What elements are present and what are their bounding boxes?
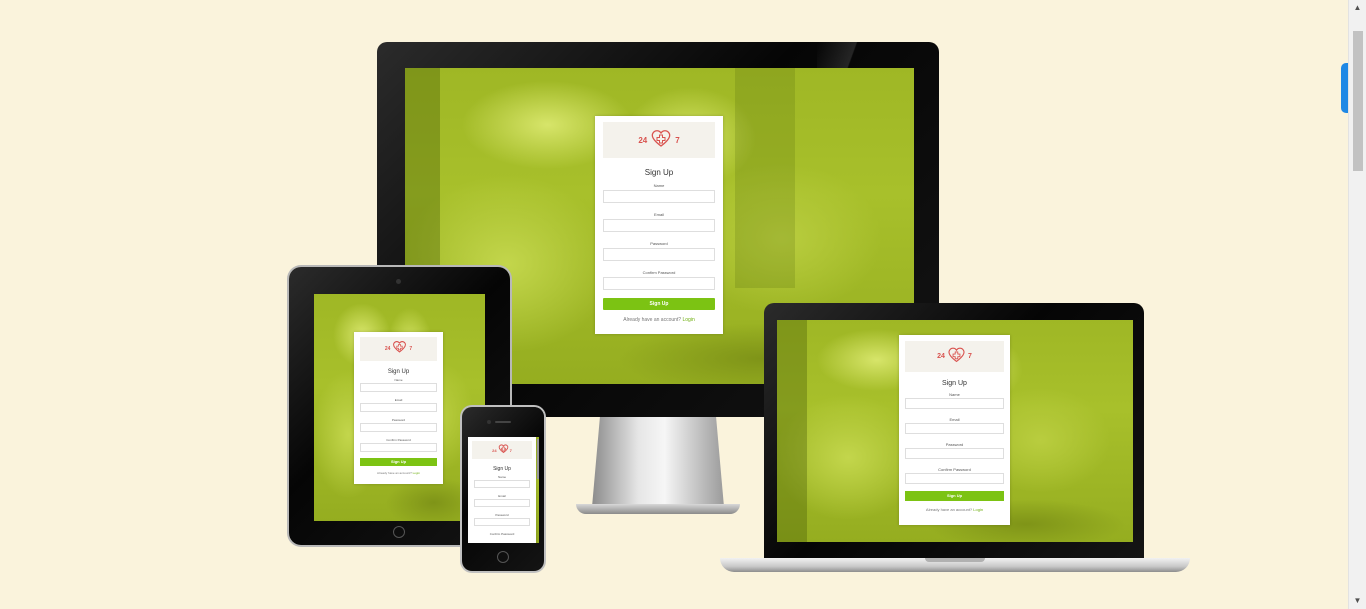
laptop-screen: 24 7 Sign Up Name Email Password Confirm… (777, 320, 1133, 542)
signup-button[interactable]: Sign Up (360, 458, 437, 466)
logo: 24 7 (472, 441, 532, 459)
email-input[interactable] (603, 219, 715, 232)
email-input[interactable] (905, 423, 1004, 434)
phone-screen: 24 7 Sign Up Name Email Password Confirm… (468, 437, 539, 543)
login-prompt: Already have an account? Login (623, 317, 694, 323)
confirm-password-input[interactable] (905, 473, 1004, 484)
email-label: Email (653, 212, 664, 217)
scroll-down-icon[interactable]: ▼ (1352, 595, 1363, 606)
phone-device: 24 7 Sign Up Name Email Password Confirm… (462, 407, 544, 571)
confirm-password-label: Confirm Password (386, 438, 411, 442)
password-input[interactable] (360, 423, 437, 432)
password-label: Password (391, 418, 406, 422)
logo-left-number: 24 (937, 353, 945, 360)
logo: 24 7 (905, 341, 1004, 372)
email-input[interactable] (360, 403, 437, 412)
login-prompt-text: Already have an account? (623, 317, 682, 323)
name-label: Name (653, 183, 665, 188)
logo-left-number: 24 (384, 346, 391, 352)
email-label: Email (949, 417, 960, 422)
signup-button[interactable]: Sign Up (905, 491, 1004, 501)
login-link[interactable]: Login (973, 507, 983, 512)
logo: 24 7 (360, 337, 437, 361)
phone-home-button (497, 551, 509, 563)
login-prompt: Already have an account? Login (377, 471, 420, 475)
password-label: Password (650, 241, 668, 246)
logo-right-number: 7 (509, 447, 512, 453)
logo-right-number: 7 (967, 353, 972, 360)
heart-cross-icon (947, 345, 966, 369)
signup-button[interactable]: Sign Up (603, 298, 715, 310)
password-label: Password (945, 442, 964, 447)
scroll-up-icon[interactable]: ▲ (1352, 2, 1363, 13)
phone-speaker (495, 421, 511, 423)
confirm-password-input[interactable] (360, 443, 437, 452)
monitor-base (576, 504, 740, 514)
monitor-glare (817, 42, 939, 68)
tablet-camera (396, 279, 401, 284)
form-title: Sign Up (493, 466, 511, 472)
form-title: Sign Up (644, 168, 674, 177)
name-label: Name (394, 378, 403, 382)
laptop-notch (925, 558, 985, 562)
login-prompt: Already have an account? Login (926, 507, 983, 512)
password-label: Password (495, 513, 509, 517)
heart-cross-icon (650, 127, 672, 154)
laptop-base (720, 558, 1190, 572)
name-input[interactable] (603, 190, 715, 203)
confirm-password-label: Confirm Password (938, 467, 971, 472)
logo: 24 7 (603, 122, 715, 158)
phone-camera (487, 420, 491, 424)
signup-card: 24 7 Sign Up Name Email Password Confirm… (354, 332, 443, 484)
name-label: Name (497, 475, 506, 479)
heart-cross-icon (392, 339, 407, 359)
phone-scrollbar[interactable] (537, 439, 539, 479)
heart-cross-icon (498, 441, 509, 459)
logo-left-number: 24 (638, 135, 648, 145)
page-scrollbar[interactable]: ▲ ▼ (1348, 0, 1366, 609)
email-label: Email (498, 494, 506, 498)
signup-card: 24 7 Sign Up Name Email Password Confirm… (595, 116, 723, 334)
login-prompt-text: Already have an account? (925, 507, 973, 512)
name-input[interactable] (474, 480, 530, 488)
signup-card: 24 7 Sign Up Name Email Password Confirm… (468, 437, 536, 543)
login-link[interactable]: Login (413, 471, 420, 475)
password-input[interactable] (905, 448, 1004, 459)
password-input[interactable] (474, 518, 530, 526)
form-title: Sign Up (942, 380, 967, 387)
email-input[interactable] (474, 499, 530, 507)
name-input[interactable] (905, 398, 1004, 409)
confirm-password-input[interactable] (603, 277, 715, 290)
tablet-home-button (393, 526, 405, 538)
monitor-stand (592, 417, 724, 507)
login-link[interactable]: Login (682, 317, 694, 323)
logo-right-number: 7 (409, 346, 413, 352)
logo-left-number: 24 (492, 447, 497, 453)
logo-right-number: 7 (675, 135, 680, 145)
form-title: Sign Up (387, 369, 410, 375)
confirm-password-label: Confirm Password (489, 532, 515, 536)
confirm-password-label: Confirm Password (642, 270, 676, 275)
name-input[interactable] (360, 383, 437, 392)
name-label: Name (949, 392, 960, 397)
scrollbar-thumb[interactable] (1353, 31, 1363, 171)
password-input[interactable] (603, 248, 715, 261)
signup-card: 24 7 Sign Up Name Email Password Confirm… (899, 335, 1010, 525)
email-label: Email (394, 398, 403, 402)
login-prompt-text: Already have an account? (377, 471, 412, 475)
laptop-device: 24 7 Sign Up Name Email Password Confirm… (764, 303, 1144, 561)
tablet-screen: 24 7 Sign Up Name Email Password Confirm… (314, 294, 485, 521)
